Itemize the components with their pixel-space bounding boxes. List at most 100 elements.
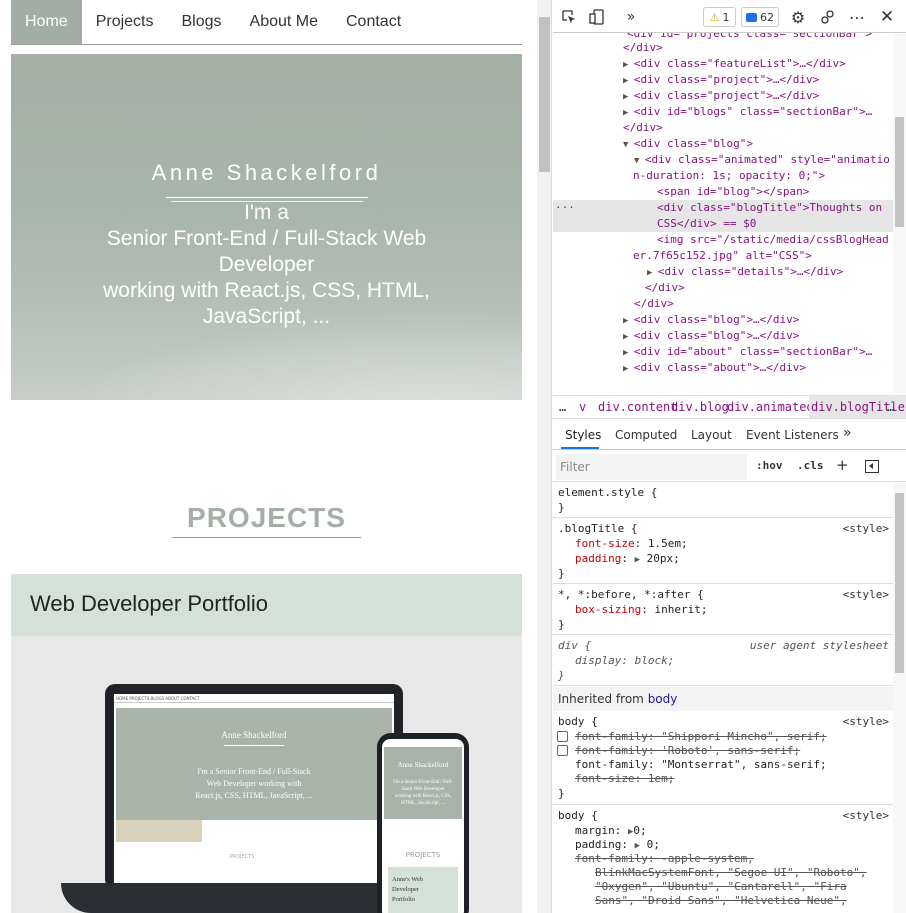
breadcrumb-overflow[interactable]: … [559, 396, 566, 418]
overridden-declaration[interactable]: "Oxygen", "Ubuntu", "Cantarell", "Fira [595, 879, 847, 894]
style-rule-body[interactable]: body { <style> font-family: "Shippori Mi… [553, 712, 893, 805]
dom-node[interactable]: ▶ <div class="project">…</div> [553, 88, 893, 104]
overridden-declaration[interactable]: font-family: "Shippori Mincho", serif; [575, 729, 827, 744]
dom-node-continued[interactable]: n-duration: 1s; opacity: 0;"> [553, 168, 893, 184]
expand-arrow-icon[interactable]: ▶ [635, 555, 640, 565]
dom-node[interactable]: ▶ <div id="about" class="sectionBar">… [553, 344, 893, 360]
rule-selector[interactable]: *, *:before, *:after { [558, 587, 704, 602]
dom-node[interactable]: </div> [553, 120, 893, 136]
page-scroll-thumb[interactable] [539, 17, 550, 172]
hover-state-button[interactable]: :hov [756, 459, 783, 472]
dom-scroll-thumb[interactable] [895, 117, 904, 227]
prop-name[interactable]: padding [575, 838, 621, 851]
tab-event-listeners[interactable]: Event Listeners [746, 428, 839, 442]
dom-node[interactable]: ▶ <div class="project">…</div> [553, 72, 893, 88]
style-declaration[interactable]: display: block; [575, 653, 674, 668]
expand-arrow-icon[interactable]: ▶ [623, 108, 634, 118]
breadcrumb-item[interactable]: v [579, 396, 586, 418]
page-scrollbar[interactable] [537, 0, 552, 913]
warnings-badge[interactable]: ⚠ 1 [703, 7, 736, 27]
prop-name[interactable]: font-family [575, 758, 648, 771]
dom-node[interactable]: ▶ <div class="blog">…</div> [553, 328, 893, 344]
dom-node-continued[interactable]: er.7f65c152.jpg" alt="CSS"> [553, 248, 893, 264]
tab-computed[interactable]: Computed [615, 428, 677, 442]
new-style-rule-button[interactable]: + [836, 456, 849, 474]
rule-selector[interactable]: element.style { [558, 485, 657, 500]
device-toolbar-icon[interactable] [587, 7, 607, 27]
rule-source[interactable]: <style> [843, 808, 889, 823]
more-options-icon[interactable]: ⋯ [846, 7, 868, 27]
rule-selector[interactable]: div { [558, 638, 591, 653]
dom-node[interactable]: ▼ <div class="animated" style="animatio [553, 152, 893, 168]
style-declaration[interactable]: font-family: "Montserrat", sans-serif; [575, 757, 827, 772]
declaration-checkbox[interactable] [557, 731, 568, 742]
dom-node[interactable]: </div> [553, 296, 893, 312]
prop-value[interactable]: 0; [633, 824, 646, 837]
prop-name[interactable]: padding [575, 552, 621, 565]
styles-scroll-thumb[interactable] [895, 493, 904, 673]
style-declaration[interactable]: padding: ▶ 20px; [575, 551, 680, 566]
dom-node[interactable]: ▶ <div class="about">…</div> [553, 360, 893, 376]
expand-arrow-icon[interactable]: ▶ [623, 348, 634, 358]
customize-devtools-icon[interactable] [818, 7, 838, 27]
expand-arrow-icon[interactable]: ▶ [623, 60, 634, 70]
breadcrumb-item[interactable]: div.animated [727, 396, 814, 418]
toggle-sidebar-icon[interactable] [865, 460, 879, 473]
style-rule-blogtitle[interactable]: .blogTitle { <style> font-size: 1.5em; p… [553, 519, 893, 584]
dom-node[interactable]: ▶ <div id="blogs" class="sectionBar">… [553, 104, 893, 120]
dom-node[interactable]: ▼ <div class="blog"> [553, 136, 893, 152]
overridden-declaration[interactable]: font-family: -apple-system, [575, 851, 754, 866]
rule-selector[interactable]: body { [558, 714, 598, 729]
ellipsis-icon[interactable]: ··· [555, 200, 575, 216]
prop-value[interactable]: 1.5em; [648, 537, 688, 550]
style-rule-body-ua[interactable]: body { <style> margin: ▶0; padding: ▶ 0;… [553, 806, 893, 913]
style-declaration[interactable]: padding: ▶ 0; [575, 837, 660, 852]
inherited-link[interactable]: body [648, 692, 678, 706]
style-rule-universal[interactable]: *, *:before, *:after { <style> box-sizin… [553, 585, 893, 635]
expand-arrow-icon[interactable]: ▶ [623, 92, 634, 102]
dom-node-selected-continued[interactable]: CSS</div> == $0 [553, 216, 893, 232]
more-tabs-icon[interactable]: » [623, 7, 639, 27]
dom-node[interactable]: ▶ <div class="featureList">…</div> [553, 56, 893, 72]
overridden-declaration[interactable]: font-size: 1em; [575, 771, 674, 786]
expand-arrow-icon[interactable]: ▶ [623, 364, 634, 374]
project-title[interactable]: Web Developer Portfolio [30, 591, 268, 617]
style-rule-element[interactable]: element.style { } [553, 483, 893, 518]
rule-source[interactable]: <style> [843, 521, 889, 536]
breadcrumb-overflow[interactable]: … [887, 396, 894, 418]
dom-node[interactable]: <img src="/static/media/cssBlogHead [553, 232, 893, 248]
settings-gear-icon[interactable]: ⚙ [788, 7, 808, 27]
prop-value[interactable]: inherit; [654, 603, 707, 616]
prop-value[interactable]: block; [635, 654, 675, 667]
overridden-declaration[interactable]: BlinkMacSystemFont, "Segoe UI", "Roboto"… [595, 865, 867, 880]
project-card[interactable]: Web Developer Portfolio HOME PROJECTS BL… [11, 574, 522, 913]
breadcrumb-item[interactable]: div.content [598, 396, 677, 418]
rule-selector[interactable]: body { [558, 808, 598, 823]
overridden-declaration[interactable]: font-family: 'Roboto', sans-serif; [575, 743, 800, 758]
nav-home[interactable]: Home [11, 0, 82, 44]
nav-blogs[interactable]: Blogs [167, 0, 235, 44]
dom-node[interactable]: </div> [553, 280, 893, 296]
rule-selector[interactable]: .blogTitle { [558, 521, 637, 536]
rule-source[interactable]: <style> [843, 714, 889, 729]
collapse-arrow-icon[interactable]: ▼ [634, 156, 645, 166]
tab-styles[interactable]: Styles [565, 428, 601, 442]
expand-arrow-icon[interactable]: ▶ [635, 841, 640, 851]
prop-value[interactable]: 0; [647, 838, 660, 851]
prop-name[interactable]: font-size [575, 537, 635, 550]
inspect-element-icon[interactable] [559, 7, 579, 27]
messages-badge[interactable]: 62 [741, 7, 779, 27]
dom-node[interactable]: <span id="blog"></span> [553, 184, 893, 200]
styles-scrollbar[interactable] [893, 483, 906, 913]
nav-about[interactable]: About Me [236, 0, 332, 44]
prop-value[interactable]: "Montserrat", sans-serif; [661, 758, 827, 771]
expand-arrow-icon[interactable]: ▶ [623, 316, 634, 326]
dom-node-selected[interactable]: <div class="blogTitle">Thoughts on ··· [553, 200, 893, 216]
dom-node[interactable]: ▶ <div class="details">…</div> [553, 264, 893, 280]
nav-projects[interactable]: Projects [82, 0, 168, 44]
expand-arrow-icon[interactable]: ▶ [647, 268, 658, 278]
prop-name[interactable]: box-sizing [575, 603, 641, 616]
dom-scrollbar[interactable] [893, 33, 906, 393]
prop-name[interactable]: display [575, 654, 621, 667]
expand-arrow-icon[interactable]: ▶ [623, 76, 634, 86]
